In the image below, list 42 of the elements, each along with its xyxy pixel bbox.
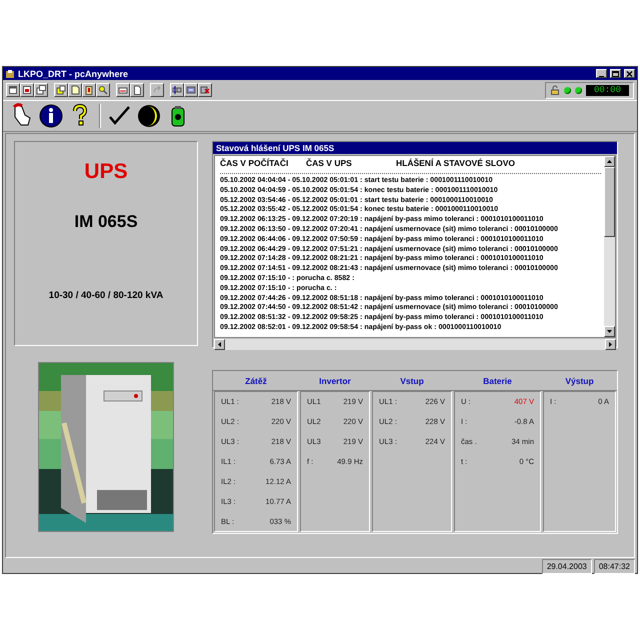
clipboard-icon — [84, 85, 94, 95]
column-header: ČAS V POČÍTAČI — [220, 158, 290, 170]
window-icon — [8, 85, 18, 95]
section-title: Invertor — [299, 371, 371, 391]
window-title: LKPO_DRT - pcAnywhere — [18, 68, 130, 78]
window-icon — [22, 85, 32, 95]
minimize-button[interactable] — [596, 69, 607, 78]
section-title: Baterie — [453, 371, 542, 391]
maximize-button[interactable] — [610, 69, 621, 78]
section-title: Výstup — [542, 371, 617, 391]
close-icon — [626, 70, 633, 76]
left-arrow-icon — [218, 342, 221, 347]
device-model: IM 065S — [74, 212, 138, 233]
moon-icon — [136, 103, 162, 129]
arrow-icon — [152, 85, 162, 95]
section-title: Vstup — [371, 371, 453, 391]
up-arrow-icon — [607, 160, 612, 163]
power-range: 10-30 / 40-60 / 80-120 kVA — [48, 290, 164, 301]
scrollbar[interactable] — [604, 156, 615, 337]
clock-display: 00:00 — [586, 84, 629, 96]
info-icon — [38, 103, 64, 129]
app-icon — [5, 68, 15, 78]
status-text: 29.04.2003 — [542, 559, 592, 574]
scrollbar[interactable] — [214, 339, 616, 350]
section-title: Zátěž — [213, 371, 299, 391]
disconnect-icon — [200, 85, 210, 95]
panel-title: Stavová hlášení UPS IM 065S — [213, 142, 617, 154]
folders-icon — [56, 85, 66, 95]
page-icon — [132, 85, 142, 95]
maximize-icon — [612, 70, 619, 76]
document-icon — [70, 85, 80, 95]
column-header: HLÁŠENÍ A STAVOVÉ SLOVO — [396, 158, 516, 170]
device-name: UPS — [84, 160, 128, 185]
down-arrow-icon — [607, 330, 612, 333]
column-header: ČAS V UPS — [306, 158, 353, 170]
toolbar-button[interactable] — [38, 103, 64, 129]
toolbar-button[interactable] — [136, 103, 162, 129]
lock-icon — [550, 85, 560, 95]
windows-icon — [36, 85, 46, 95]
close-button[interactable] — [624, 69, 635, 78]
right-arrow-icon — [609, 342, 612, 347]
status-text: 08:47:32 — [594, 559, 635, 574]
